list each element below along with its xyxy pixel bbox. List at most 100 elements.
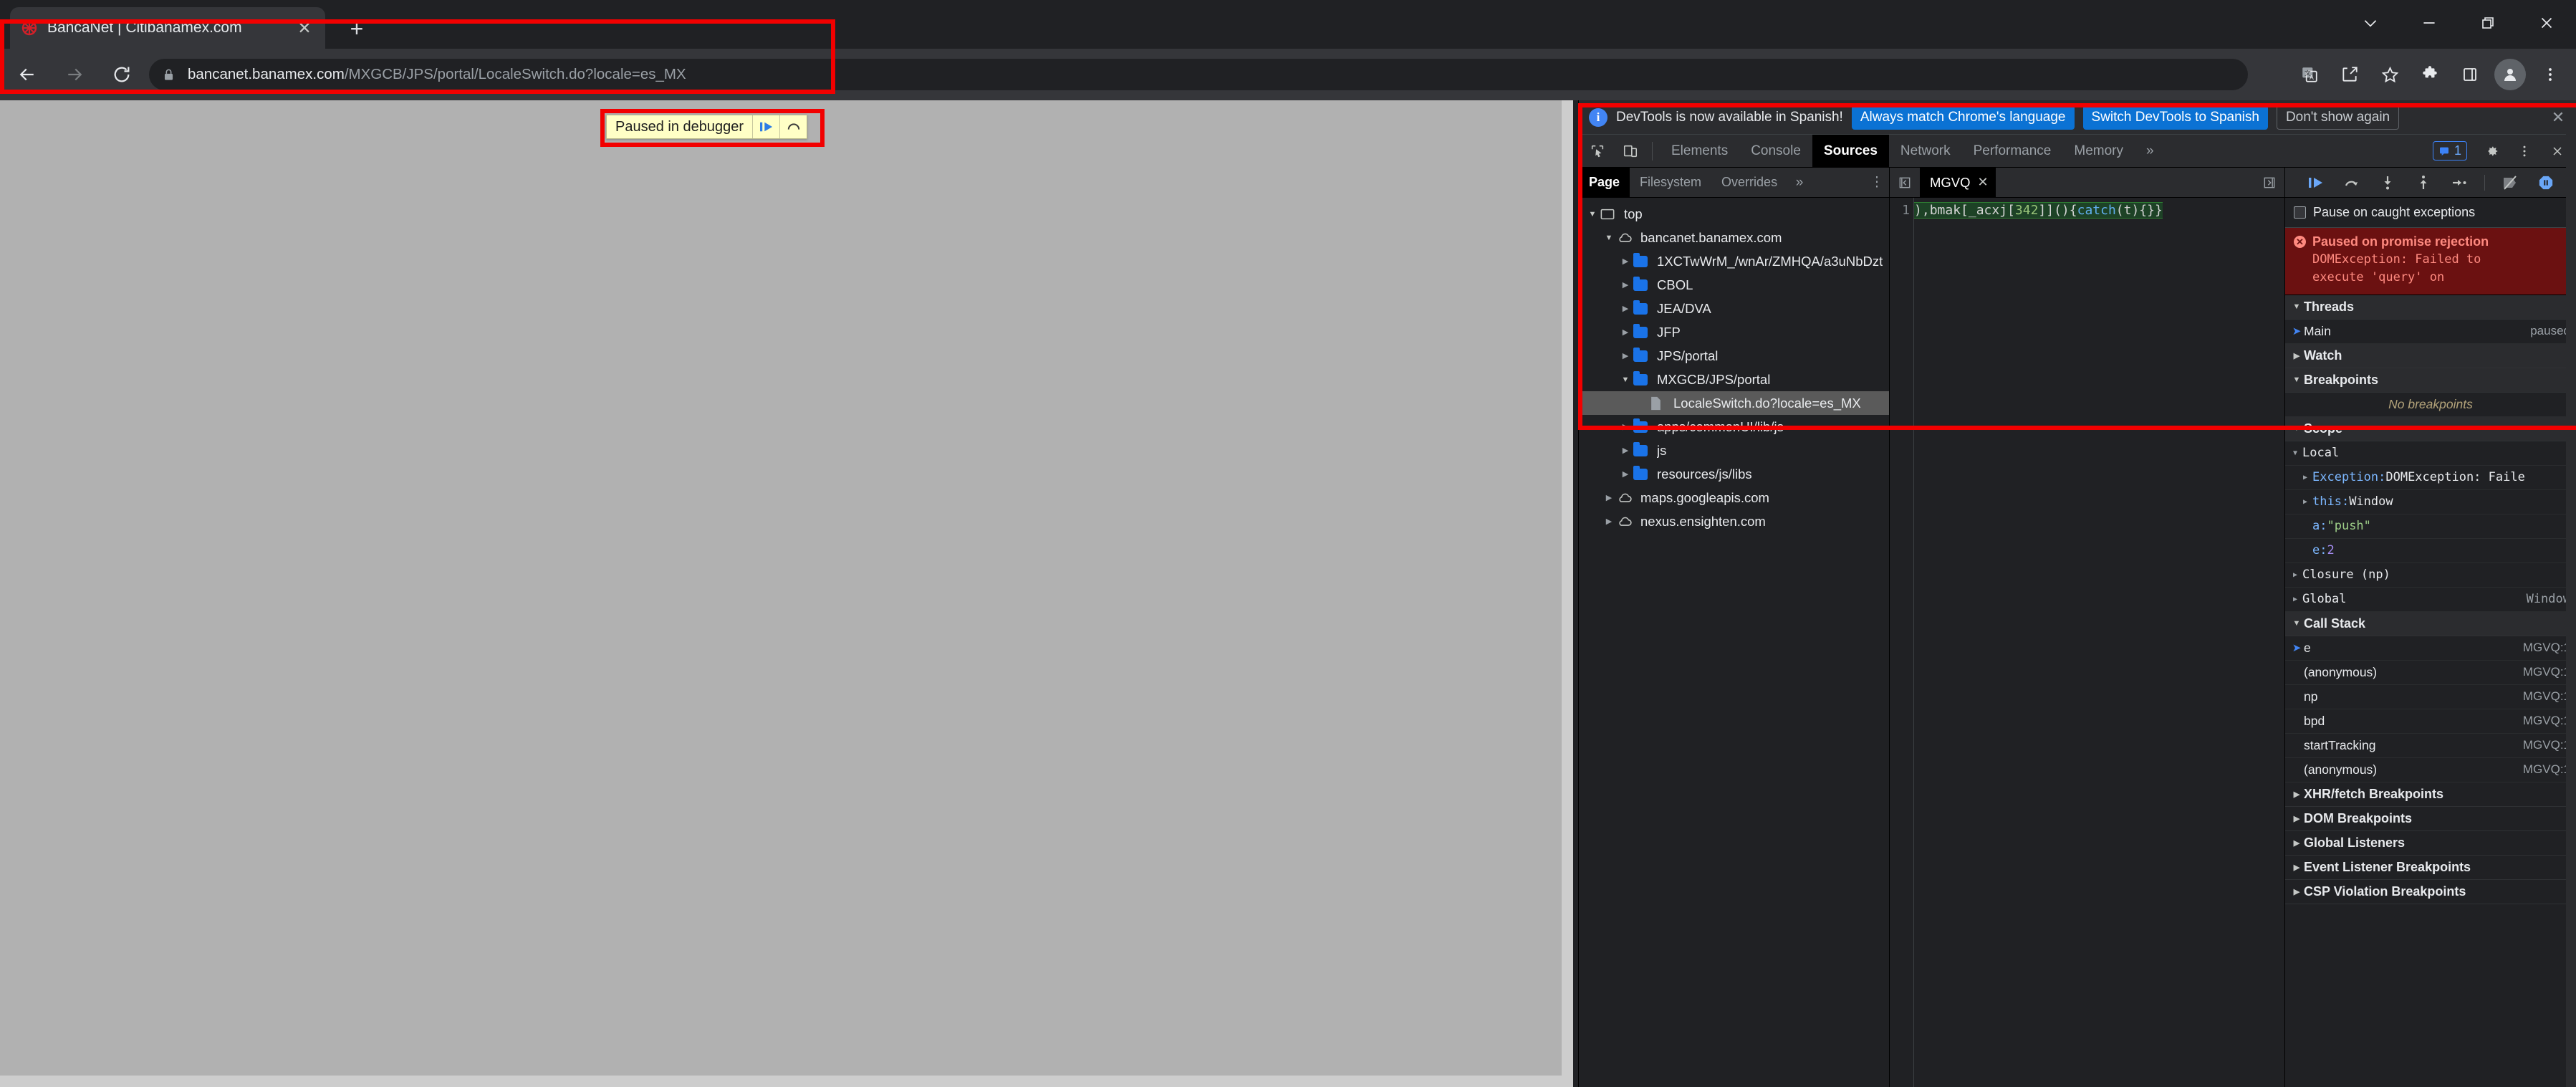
inspect-element-icon[interactable] (1583, 137, 1612, 166)
breakpoint-section-header[interactable]: ▶ XHR/fetch Breakpoints (2285, 782, 2576, 807)
step-into-button[interactable] (2377, 172, 2398, 193)
nav-tab-overrides[interactable]: Overrides (1711, 168, 1787, 198)
chevron-right-icon[interactable]: ▶ (1618, 422, 1633, 431)
tab-performance[interactable]: Performance (1962, 135, 2063, 168)
file-tree-item[interactable]: ▶ nexus.ensighten.com (1579, 509, 1889, 533)
file-tree-item[interactable]: ▶ maps.googleapis.com (1579, 486, 1889, 509)
deactivate-breakpoints-button[interactable] (2499, 172, 2521, 193)
call-stack-frame[interactable]: ➤ e MGVQ:1 (2285, 636, 2576, 661)
code-content[interactable]: ),bmak[_acxj[342]](){catch(t){}} (1914, 198, 2163, 1087)
chevron-right-icon[interactable]: ▶ (2288, 571, 2302, 579)
step-button[interactable] (2448, 172, 2470, 193)
tab-elements[interactable]: Elements (1660, 135, 1739, 168)
dont-show-again-button[interactable]: Don't show again (2276, 105, 2400, 130)
close-window-icon[interactable] (2517, 0, 2576, 46)
call-stack-frame[interactable]: (anonymous) MGVQ:1 (2285, 758, 2576, 782)
file-tree-item[interactable]: ▼ MXGCB/JPS/portal (1579, 368, 1889, 391)
back-button[interactable] (7, 54, 47, 95)
code-editor[interactable]: 1 ),bmak[_acxj[342]](){catch(t){}} (1890, 198, 2284, 1087)
file-tree-item[interactable]: ▶ 1XCTwWrM_/wnAr/ZMHQA/a3uNbDzt (1579, 249, 1889, 273)
window-menu-chevron-icon[interactable] (2341, 0, 2400, 46)
nav-tab-filesystem[interactable]: Filesystem (1630, 168, 1711, 198)
thread-row-main[interactable]: ➤ Main paused (2285, 320, 2576, 344)
new-tab-button[interactable]: + (342, 14, 371, 43)
step-out-button[interactable] (2413, 172, 2434, 193)
file-tree-item[interactable]: ▶ resources/js/libs (1579, 462, 1889, 486)
profile-avatar-icon[interactable] (2494, 59, 2526, 90)
breakpoint-section-header[interactable]: ▶ Global Listeners (2285, 830, 2576, 856)
file-tree-item[interactable]: ▶ JEA/DVA (1579, 297, 1889, 320)
pause-on-caught-exceptions-row[interactable]: Pause on caught exceptions (2285, 198, 2576, 228)
scope-row[interactable]: ▶ Exception: DOMException: Faile (2285, 466, 2576, 490)
file-tree-item[interactable]: ▼ bancanet.banamex.com (1579, 226, 1889, 249)
previous-tab-icon[interactable] (1893, 171, 1917, 195)
breakpoints-section-header[interactable]: ▼ Breakpoints (2285, 368, 2576, 393)
settings-gear-icon[interactable] (2477, 137, 2506, 166)
call-stack-frame[interactable]: bpd MGVQ:1 (2285, 709, 2576, 734)
chevron-right-icon[interactable]: ▶ (1618, 257, 1633, 266)
more-menu-icon[interactable] (2530, 54, 2570, 95)
chevron-down-icon[interactable]: ▼ (2288, 449, 2302, 457)
breakpoint-section-header[interactable]: ▶ CSP Violation Breakpoints (2285, 879, 2576, 904)
chevron-right-icon[interactable]: ▶ (2298, 498, 2312, 506)
switch-to-spanish-button[interactable]: Switch DevTools to Spanish (2082, 105, 2268, 130)
page-horizontal-scrollbar[interactable] (0, 1076, 1573, 1087)
chevron-right-icon[interactable]: ▶ (1618, 304, 1633, 313)
file-tree-item[interactable]: ▶ CBOL (1579, 273, 1889, 297)
chevron-down-icon[interactable]: ▼ (1585, 210, 1600, 219)
browser-tab[interactable]: BancaNet | Citibanamex.com ✕ (10, 7, 325, 49)
nav-tab-page[interactable]: Page (1579, 167, 1630, 198)
navigator-overflow-button[interactable]: » (1787, 171, 1812, 195)
device-toolbar-icon[interactable] (1616, 137, 1645, 166)
scope-row[interactable]: ▶ this: Window (2285, 490, 2576, 514)
chevron-right-icon[interactable]: ▶ (1601, 493, 1617, 502)
tab-memory[interactable]: Memory (2062, 135, 2135, 168)
scope-row[interactable]: ▶ Global Window (2285, 588, 2576, 612)
chevron-right-icon[interactable]: ▶ (2298, 474, 2312, 482)
chevron-right-icon[interactable]: ▶ (1601, 517, 1617, 526)
file-tree-item[interactable]: LocaleSwitch.do?locale=es_MX (1579, 391, 1889, 415)
navigator-more-icon[interactable]: ⋮ (1865, 171, 1889, 195)
call-stack-frame[interactable]: np MGVQ:1 (2285, 685, 2576, 709)
scope-row[interactable]: ▶ Closure (np) (2285, 563, 2576, 588)
share-icon[interactable] (2330, 54, 2370, 95)
scope-row[interactable]: ▼ Local (2285, 441, 2576, 466)
forward-button[interactable] (54, 54, 95, 95)
chevron-right-icon[interactable]: ▶ (1618, 280, 1633, 289)
file-tree-item[interactable]: ▶ JFP (1579, 320, 1889, 344)
issues-counter[interactable]: 1 (2432, 141, 2467, 161)
chevron-right-icon[interactable]: ▶ (1618, 469, 1633, 479)
editor-tab-close-icon[interactable]: ✕ (1978, 175, 1989, 190)
pause-on-exceptions-button[interactable] (2535, 172, 2557, 193)
file-tree-item[interactable]: ▶ apps/commonUI/lib/js (1579, 415, 1889, 439)
file-tree-item[interactable]: ▼ top (1579, 202, 1889, 226)
debugger-scrollbar[interactable] (2566, 100, 2576, 1087)
overlay-step-over-button[interactable] (779, 115, 807, 138)
scope-row[interactable]: a: "push" (2285, 514, 2576, 539)
maximize-restore-icon[interactable] (2459, 0, 2517, 46)
file-tree-item[interactable]: ▶ js (1579, 439, 1889, 462)
tab-console[interactable]: Console (1739, 135, 1812, 168)
breakpoint-section-header[interactable]: ▶ DOM Breakpoints (2285, 806, 2576, 831)
chevron-right-icon[interactable]: ▶ (2288, 595, 2302, 603)
step-over-button[interactable] (2341, 172, 2363, 193)
chevron-down-icon[interactable]: ▼ (1601, 234, 1617, 242)
chevron-right-icon[interactable]: ▶ (1618, 327, 1633, 337)
reload-button[interactable] (102, 54, 142, 95)
tabs-overflow-button[interactable]: » (2135, 135, 2166, 168)
call-stack-section-header[interactable]: ▼ Call Stack (2285, 611, 2576, 636)
scope-section-header[interactable]: ▼ Scope (2285, 416, 2576, 441)
next-tab-icon[interactable] (2257, 171, 2282, 195)
call-stack-frame[interactable]: (anonymous) MGVQ:1 (2285, 661, 2576, 685)
chevron-down-icon[interactable]: ▼ (1618, 375, 1633, 384)
more-options-icon[interactable] (2510, 137, 2539, 166)
tab-network[interactable]: Network (1889, 135, 1962, 168)
chevron-right-icon[interactable]: ▶ (1618, 446, 1633, 455)
page-vertical-scrollbar[interactable] (1562, 100, 1573, 1087)
chevron-right-icon[interactable]: ▶ (1618, 351, 1633, 360)
bookmark-star-icon[interactable] (2370, 54, 2410, 95)
minimize-icon[interactable] (2400, 0, 2459, 46)
editor-tab-mgvq[interactable]: MGVQ ✕ (1920, 167, 1996, 198)
scope-row[interactable]: e: 2 (2285, 539, 2576, 563)
tab-close-icon[interactable]: ✕ (294, 17, 315, 39)
